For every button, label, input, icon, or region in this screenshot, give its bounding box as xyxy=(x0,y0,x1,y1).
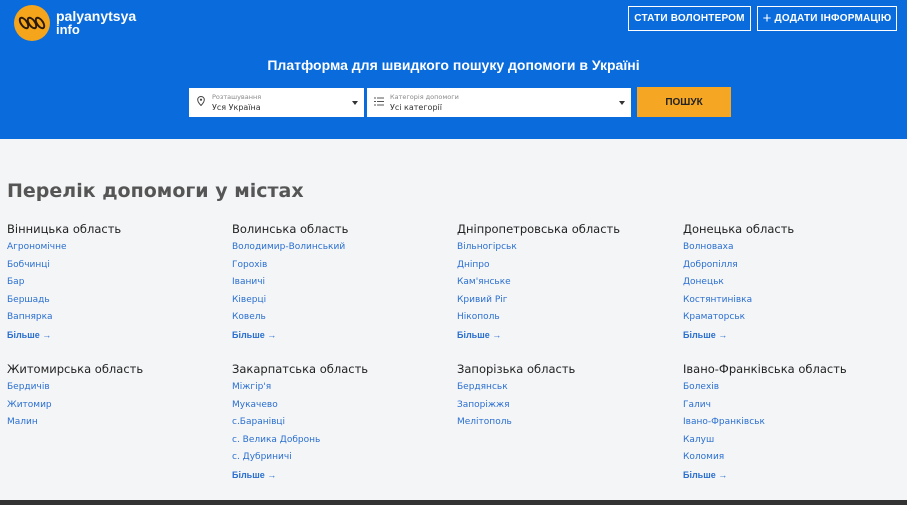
category-select-value: Усі категорії xyxy=(390,103,442,112)
city-link[interactable]: Бар xyxy=(7,276,227,294)
city-link[interactable]: Мукачево xyxy=(232,399,452,417)
become-volunteer-button[interactable]: СТАТИ ВОЛОНТЕРОМ xyxy=(628,6,751,31)
add-info-button[interactable]: + ДОДАТИ ІНФОРМАЦІЮ xyxy=(757,6,897,31)
city-link[interactable]: Агрономічне xyxy=(7,241,227,259)
city-link[interactable]: Нікополь xyxy=(457,311,677,329)
region-block: Дніпропетровська область Вільногірськ Дніп… xyxy=(457,222,677,346)
region-select[interactable]: Розташування Уся Україна xyxy=(189,88,364,117)
city-list: Вільногірськ Дніпро Кам'янське Кривий Ріг Ні… xyxy=(457,241,677,346)
hero-banner: palyanytsya info СТАТИ ВОЛОНТЕРОМ + ДОДА… xyxy=(0,0,907,139)
region-name: Івано-Франківська область xyxy=(683,362,847,376)
city-list: Болехів Галич Івано-Франківськ Калуш Коломия… xyxy=(683,381,903,486)
more-link[interactable]: Більше → xyxy=(683,329,903,347)
city-link[interactable]: Дніпро xyxy=(457,259,677,277)
city-link[interactable]: Житомир xyxy=(7,399,227,417)
region-name: Волинська область xyxy=(232,222,349,236)
region-block: Івано-Франківська область Болехів Галич Іва… xyxy=(683,362,903,486)
city-link[interactable]: Мелітополь xyxy=(457,416,677,434)
region-block: Волинська область Володимир-Волинський Гор… xyxy=(232,222,452,346)
region-block: Житомирська область Бердичів Житомир Малин xyxy=(7,362,227,434)
chevron-down-icon xyxy=(352,100,358,105)
logo-line-1: palyanytsya xyxy=(56,8,137,24)
region-block: Запорізька область Бердянськ Запоріжжя Мелі… xyxy=(457,362,677,434)
region-name: Дніпропетровська область xyxy=(457,222,621,236)
city-list: Волноваха Добропілля Донецьк Костянтинівка К… xyxy=(683,241,903,346)
city-link[interactable]: Галич xyxy=(683,399,903,417)
city-link[interactable]: Запоріжжя xyxy=(457,399,677,417)
city-link[interactable]: Болехів xyxy=(683,381,903,399)
region-name: Вінницька область xyxy=(7,222,122,236)
list-icon xyxy=(374,97,384,109)
city-link[interactable]: Добропілля xyxy=(683,259,903,277)
location-pin-icon xyxy=(196,95,206,109)
bottom-divider xyxy=(0,500,907,505)
city-link[interactable]: Малин xyxy=(7,416,227,434)
region-select-label: Розташування xyxy=(212,93,262,101)
city-link[interactable]: Калуш xyxy=(683,434,903,452)
city-link[interactable]: Вільногірськ xyxy=(457,241,677,259)
city-list: Бердянськ Запоріжжя Мелітополь xyxy=(457,381,677,434)
more-link[interactable]: Більше → xyxy=(232,329,452,347)
city-link[interactable]: Ковель xyxy=(232,311,452,329)
city-link[interactable]: Іваничі xyxy=(232,276,452,294)
city-link[interactable]: Володимир-Волинський xyxy=(232,241,452,259)
city-link[interactable]: Міжгір'я xyxy=(232,381,452,399)
city-link[interactable]: с.Баранівці xyxy=(232,416,452,434)
city-link[interactable]: Кривий Ріг xyxy=(457,294,677,312)
region-block: Закарпатська область Міжгір'я Мукачево с.Ба… xyxy=(232,362,452,486)
logo-line-2: info xyxy=(56,22,80,37)
city-link[interactable]: Вапнярка xyxy=(7,311,227,329)
more-link[interactable]: Більше → xyxy=(457,329,677,347)
city-link[interactable]: Івано-Франківськ xyxy=(683,416,903,434)
city-list: Бердичів Житомир Малин xyxy=(7,381,227,434)
hero-title: Платформа для швидкого пошуку допомоги в… xyxy=(267,57,640,73)
city-link[interactable]: Костянтинівка xyxy=(683,294,903,312)
city-link[interactable]: Кам'янське xyxy=(457,276,677,294)
region-name: Донецька область xyxy=(683,222,795,236)
region-block: Донецька область Волноваха Добропілля Донец… xyxy=(683,222,903,346)
city-list: Агрономічне Бобчинці Бар Бершадь Вапнярка Біл… xyxy=(7,241,227,346)
site-logo[interactable]: palyanytsya info xyxy=(14,5,136,41)
more-link[interactable]: Більше → xyxy=(7,329,227,347)
city-link[interactable]: Волноваха xyxy=(683,241,903,259)
add-info-label: ДОДАТИ ІНФОРМАЦІЮ xyxy=(774,13,892,24)
plus-icon: + xyxy=(762,9,772,27)
region-block: Вінницька область Агрономічне Бобчинці Бар Б… xyxy=(7,222,227,346)
city-link[interactable]: с. Дубриничі xyxy=(232,451,452,469)
city-link[interactable]: Краматорськ xyxy=(683,311,903,329)
city-link[interactable]: Ківерці xyxy=(232,294,452,312)
region-select-value: Уся Україна xyxy=(212,103,261,112)
region-name: Житомирська область xyxy=(7,362,144,376)
city-link[interactable]: Бердичів xyxy=(7,381,227,399)
city-link[interactable]: Бобчинці xyxy=(7,259,227,277)
city-link[interactable]: Горохів xyxy=(232,259,452,277)
city-list: Володимир-Волинський Горохів Іваничі Ківерц… xyxy=(232,241,452,346)
city-link[interactable]: Бершадь xyxy=(7,294,227,312)
city-link[interactable]: Бердянськ xyxy=(457,381,677,399)
category-select-label: Категорія допомоги xyxy=(390,93,459,101)
section-title: Перелік допомоги у містах xyxy=(7,180,304,202)
logo-text: palyanytsya info xyxy=(56,9,136,37)
region-name: Запорізька область xyxy=(457,362,576,376)
city-link[interactable]: Коломия xyxy=(683,451,903,469)
region-name: Закарпатська область xyxy=(232,362,369,376)
more-link[interactable]: Більше → xyxy=(683,469,903,487)
more-link[interactable]: Більше → xyxy=(232,469,452,487)
city-link[interactable]: с. Велика Добронь xyxy=(232,434,452,452)
category-select[interactable]: Категорія допомоги Усі категорії xyxy=(367,88,631,117)
city-list: Міжгір'я Мукачево с.Баранівці с. Велика Доб… xyxy=(232,381,452,486)
bread-logo-icon xyxy=(14,5,50,41)
chevron-down-icon xyxy=(619,100,625,105)
search-button[interactable]: ПОШУК xyxy=(637,87,731,117)
city-link[interactable]: Донецьк xyxy=(683,276,903,294)
